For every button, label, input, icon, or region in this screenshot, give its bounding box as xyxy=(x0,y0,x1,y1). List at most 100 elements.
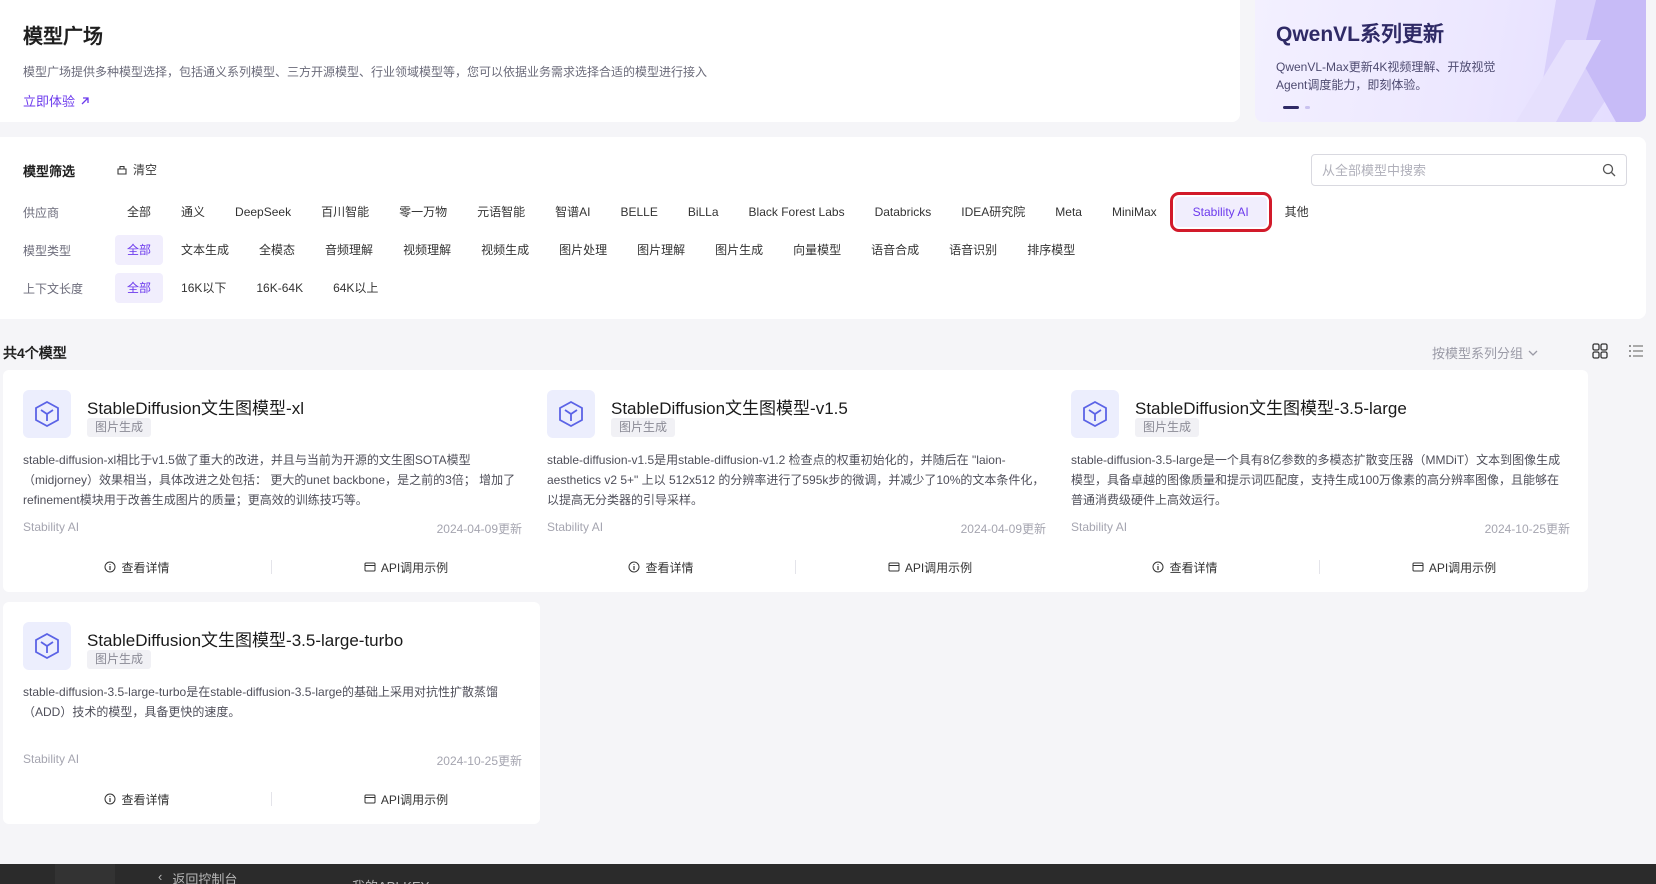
type-option[interactable]: 语音合成 xyxy=(859,235,931,265)
context-label: 上下文长度 xyxy=(23,281,84,296)
model-card[interactable]: StableDiffusion文生图模型-3.5-large 图片生成 stab… xyxy=(1051,370,1588,592)
provider-option[interactable]: 通义 xyxy=(169,197,217,227)
code-window-icon xyxy=(364,794,376,804)
api-example-button[interactable]: API调用示例 xyxy=(272,559,540,576)
model-updated: 2024-04-09更新 xyxy=(436,522,522,536)
type-option[interactable]: 图片处理 xyxy=(547,235,619,265)
carousel-dot-2[interactable] xyxy=(1305,106,1310,109)
view-details-label: 查看详情 xyxy=(645,560,694,575)
type-option[interactable]: 语音识别 xyxy=(937,235,1009,265)
back-label: 返回控制台 xyxy=(172,872,238,884)
model-card[interactable]: StableDiffusion文生图模型-v1.5 图片生成 stable-di… xyxy=(527,370,1064,592)
info-icon xyxy=(104,793,116,805)
grid-view-icon[interactable] xyxy=(1592,343,1608,359)
provider-option[interactable]: 元语智能 xyxy=(465,197,537,227)
search-box[interactable] xyxy=(1311,154,1627,186)
provider-option[interactable]: Meta xyxy=(1043,197,1094,227)
list-view-icon[interactable] xyxy=(1628,343,1644,359)
arrow-up-right-icon xyxy=(81,96,89,104)
provider-option[interactable]: 智谱AI xyxy=(543,197,602,227)
provider-option[interactable]: DeepSeek xyxy=(223,197,303,227)
api-example-button[interactable]: API调用示例 xyxy=(272,791,540,808)
carousel-dots[interactable] xyxy=(1283,106,1310,109)
clear-button[interactable]: 清空 xyxy=(116,161,157,178)
try-now-link[interactable]: 立即体验 xyxy=(23,91,91,110)
group-by-dropdown[interactable]: 按模型系列分组 xyxy=(1432,343,1539,362)
view-details-label: 查看详情 xyxy=(121,560,170,575)
provider-option[interactable]: Databricks xyxy=(863,197,944,227)
view-details-button[interactable]: 查看详情 xyxy=(3,559,271,576)
model-updated: 2024-10-25更新 xyxy=(436,754,522,768)
type-option[interactable]: 向量模型 xyxy=(781,235,853,265)
banner-text: QwenVL-Max更新4K视频理解、开放视觉Agent调度能力，即刻体验。 xyxy=(1276,60,1496,92)
provider-option[interactable]: 零一万物 xyxy=(387,197,459,227)
view-details-button[interactable]: 查看详情 xyxy=(527,559,795,576)
model-logo-icon xyxy=(23,622,71,670)
model-logo-icon xyxy=(23,390,71,438)
type-option[interactable]: 文本生成 xyxy=(169,235,241,265)
api-example-button[interactable]: API调用示例 xyxy=(1320,559,1588,576)
model-name[interactable]: StableDiffusion文生图模型-v1.5 xyxy=(611,394,848,419)
banner-title: QwenVL系列更新 xyxy=(1276,23,1445,46)
provider-option[interactable]: Stability AI xyxy=(1169,192,1272,232)
type-option[interactable]: 音频理解 xyxy=(313,235,385,265)
provider-options: 全部 通义 DeepSeek 百川智能 零一万物 元语智能 智谱AI BELLE BiLLa Bl… xyxy=(115,192,1327,232)
model-provider: Stability AI xyxy=(1071,520,1128,534)
type-option[interactable]: 全模态 xyxy=(247,235,307,265)
view-details-label: 查看详情 xyxy=(121,792,170,807)
context-option[interactable]: 16K-64K xyxy=(244,273,315,303)
clear-label: 清空 xyxy=(133,163,158,177)
promo-banner[interactable]: QwenVL系列更新 QwenVL-Max更新4K视频理解、开放视觉Agent调… xyxy=(1255,0,1646,122)
model-name[interactable]: StableDiffusion文生图模型-3.5-large-turbo xyxy=(87,626,403,651)
context-option[interactable]: 16K以下 xyxy=(169,273,238,303)
model-provider: Stability AI xyxy=(23,520,80,534)
group-by-label: 按模型系列分组 xyxy=(1432,346,1524,361)
hero-section: 模型广场 模型广场提供多种模型选择，包括通义系列模型、三方开源模型、行业领域模型… xyxy=(0,0,1240,122)
search-icon[interactable] xyxy=(1602,163,1616,177)
card-actions: 查看详情 API调用示例 xyxy=(3,554,540,580)
provider-option[interactable]: IDEA研究院 xyxy=(949,197,1037,227)
provider-option[interactable]: BELLE xyxy=(608,197,669,227)
model-card[interactable]: StableDiffusion文生图模型-3.5-large-turbo 图片生… xyxy=(3,602,540,824)
code-window-icon xyxy=(888,562,900,572)
model-description: stable-diffusion-3.5-large是一个具有8亿参数的多模态扩… xyxy=(1071,453,1561,507)
model-count: 共4个模型 xyxy=(3,345,67,361)
provider-option[interactable]: 百川智能 xyxy=(309,197,381,227)
provider-option[interactable]: BiLLa xyxy=(676,197,731,227)
type-option[interactable]: 图片理解 xyxy=(625,235,697,265)
context-options: 全部 16K以下 16K-64K 64K以上 xyxy=(115,273,396,303)
carousel-dot-1[interactable] xyxy=(1283,106,1299,109)
model-logo-icon xyxy=(1071,390,1119,438)
model-name[interactable]: StableDiffusion文生图模型-xl xyxy=(87,394,304,419)
filter-title: 模型筛选 xyxy=(23,164,76,179)
provider-option[interactable]: 其他 xyxy=(1273,197,1321,227)
provider-option[interactable]: MiniMax xyxy=(1100,197,1169,227)
model-name[interactable]: StableDiffusion文生图模型-3.5-large xyxy=(1135,394,1407,419)
view-details-button[interactable]: 查看详情 xyxy=(3,791,271,808)
bottom-bar: ‹ 返回控制台 我的API-KEY xyxy=(0,864,1656,884)
model-logo-icon xyxy=(547,390,595,438)
provider-label: 供应商 xyxy=(23,205,60,220)
card-actions: 查看详情 API调用示例 xyxy=(3,786,540,812)
type-option[interactable]: 图片生成 xyxy=(703,235,775,265)
chevron-down-icon xyxy=(1528,350,1538,356)
type-option[interactable]: 全部 xyxy=(115,235,164,265)
provider-option[interactable]: 全部 xyxy=(115,197,163,227)
api-example-label: API调用示例 xyxy=(380,792,449,807)
api-key-link[interactable]: 我的API-KEY xyxy=(352,876,429,884)
card-actions: 查看详情 API调用示例 xyxy=(527,554,1064,580)
type-option[interactable]: 视频理解 xyxy=(391,235,463,265)
view-details-button[interactable]: 查看详情 xyxy=(1051,559,1319,576)
context-option[interactable]: 64K以上 xyxy=(321,273,390,303)
context-option[interactable]: 全部 xyxy=(115,273,164,303)
info-icon xyxy=(104,561,116,573)
provider-option[interactable]: Black Forest Labs xyxy=(737,197,857,227)
type-option[interactable]: 排序模型 xyxy=(1015,235,1087,265)
search-input[interactable] xyxy=(1322,162,1602,178)
type-option[interactable]: 视频生成 xyxy=(469,235,541,265)
api-example-button[interactable]: API调用示例 xyxy=(796,559,1064,576)
back-to-console[interactable]: ‹ 返回控制台 xyxy=(158,869,237,884)
clear-icon xyxy=(117,165,127,175)
model-card[interactable]: StableDiffusion文生图模型-xl 图片生成 stable-diff… xyxy=(3,370,540,592)
type-label: 模型类型 xyxy=(23,243,72,258)
